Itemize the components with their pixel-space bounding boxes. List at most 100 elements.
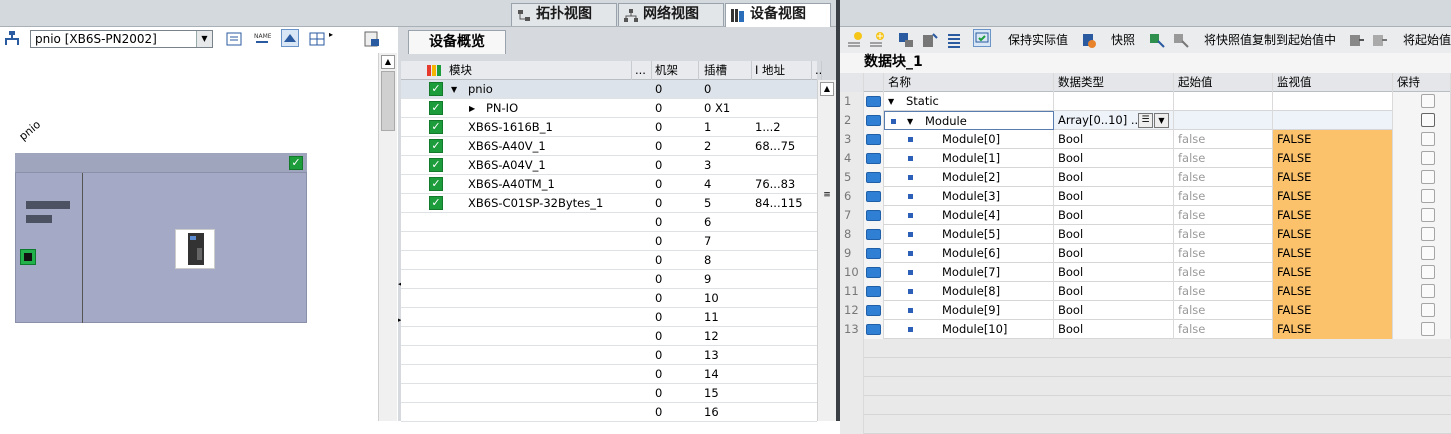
retain-checkbox[interactable] (1421, 189, 1435, 203)
col-module[interactable]: 模块 (446, 61, 632, 80)
retain-checkbox[interactable] (1421, 246, 1435, 260)
overview-row[interactable]: 06 (401, 213, 817, 232)
overview-row[interactable]: 09 (401, 270, 817, 289)
device-select[interactable]: pnio [XB6S-PN2002] ▼ (30, 30, 213, 48)
overview-row[interactable]: ✓ ▶ PN-IO 0 0 X1 (401, 99, 817, 118)
db-row[interactable]: 1 ▼ Static (840, 92, 1451, 111)
name-cell[interactable]: Module[3] (884, 187, 1054, 206)
start-value[interactable]: false (1174, 320, 1273, 339)
properties-icon[interactable] (363, 30, 381, 48)
name-cell[interactable]: ▼ Static (884, 92, 1054, 111)
overview-scrollbar[interactable]: ▲ ≡ (817, 80, 836, 421)
start-value[interactable]: false (1174, 168, 1273, 187)
retain-checkbox[interactable] (1421, 322, 1435, 336)
name-cell[interactable]: Module[4] (884, 206, 1054, 225)
name-cell[interactable]: Module[9] (884, 301, 1054, 320)
name-cell[interactable]: Module[1] (884, 149, 1054, 168)
data-type-cell[interactable]: Bool (1054, 244, 1174, 263)
overview-row[interactable]: ✓ XB6S-A40V_1 0 2 68...75 (401, 137, 817, 156)
retain-checkbox[interactable] (1421, 132, 1435, 146)
grid-icon[interactable] (308, 30, 326, 48)
snapshot-icon[interactable] (1080, 31, 1098, 49)
data-type-cell[interactable]: Bool (1054, 282, 1174, 301)
data-type-cell[interactable]: Bool (1054, 149, 1174, 168)
data-type-cell[interactable]: Bool (1054, 206, 1174, 225)
db-row[interactable]: 5 Module[2] Bool false FALSE (840, 168, 1451, 187)
col-slot[interactable]: 插槽 (701, 61, 752, 80)
overview-row[interactable]: ✓ XB6S-1616B_1 0 1 1...2 (401, 118, 817, 137)
name-cell[interactable]: Module[5] (884, 225, 1054, 244)
scroll-up-icon[interactable]: ▲ (820, 82, 834, 96)
db-row[interactable]: 10 Module[7] Bool false FALSE (840, 263, 1451, 282)
snapshot-button[interactable]: 快照 (1111, 31, 1135, 49)
name-cell[interactable]: Module[6] (884, 244, 1054, 263)
port-icon[interactable] (20, 249, 36, 265)
db-row[interactable]: 2 ▼ Module Array[0..10] ... ☰ ▼ (840, 111, 1451, 130)
name-cell[interactable]: Module[10] (884, 320, 1054, 339)
start-value[interactable]: false (1174, 244, 1273, 263)
start-value[interactable]: false (1174, 225, 1273, 244)
data-type-cell[interactable]: Bool (1054, 301, 1174, 320)
monitor-all-toggle[interactable] (973, 29, 991, 47)
col-data-type[interactable]: 数据类型 (1054, 73, 1174, 92)
more-arrow-icon[interactable]: ▸ (329, 30, 347, 48)
chevron-down-icon[interactable]: ▼ (1154, 113, 1169, 128)
data-type-cell[interactable]: Bool (1054, 130, 1174, 149)
expand-all-icon[interactable] (897, 31, 915, 49)
start-value[interactable]: false (1174, 187, 1273, 206)
overview-row[interactable]: 07 (401, 232, 817, 251)
tab-network-view[interactable]: 网络视图 (618, 3, 724, 26)
name-cell[interactable]: ▼ Module (884, 111, 1054, 130)
data-type-cell[interactable]: Bool (1054, 187, 1174, 206)
db-row[interactable]: 7 Module[4] Bool false FALSE (840, 206, 1451, 225)
overview-row[interactable]: 0 10 (401, 289, 817, 308)
col-rack[interactable]: 机架 (652, 61, 699, 80)
list-picker-icon[interactable]: ☰ (1138, 113, 1153, 128)
expand-arrow-icon[interactable]: ▶ (469, 99, 475, 118)
canvas-scrollbar[interactable]: ▲ (378, 53, 397, 421)
collapse-arrow-icon[interactable]: ▼ (451, 80, 457, 99)
name-cell[interactable]: Module[0] (884, 130, 1054, 149)
overview-row[interactable]: ✓ XB6S-A40TM_1 0 4 76...83 (401, 175, 817, 194)
col-retain[interactable]: 保持 (1393, 73, 1451, 92)
db-row[interactable]: 3 Module[0] Bool false FALSE (840, 130, 1451, 149)
overview-row[interactable]: 0 16 (401, 403, 817, 422)
col-more[interactable]: ... (812, 61, 822, 80)
col-dots[interactable]: ... (632, 61, 652, 80)
overview-row[interactable]: 0 12 (401, 327, 817, 346)
data-type-cell[interactable]: Array[0..10] ... ☰ ▼ (1054, 111, 1174, 130)
retain-checkbox[interactable] (1421, 303, 1435, 317)
db-row[interactable]: 11 Module[8] Bool false FALSE (840, 282, 1451, 301)
retain-checkbox[interactable] (1421, 113, 1435, 127)
chevron-down-icon[interactable]: ▼ (196, 31, 212, 47)
collapse-arrow-icon[interactable]: ▼ (907, 112, 913, 129)
overview-row[interactable]: ✓ XB6S-A04V_1 0 3 (401, 156, 817, 175)
copy-snapshot-icon[interactable] (1148, 31, 1166, 49)
data-type-cell[interactable]: Bool (1054, 168, 1174, 187)
db-row[interactable]: 13 Module[10] Bool false FALSE (840, 320, 1451, 339)
overview-row[interactable]: 0 14 (401, 365, 817, 384)
insert-row-icon[interactable] (846, 31, 864, 49)
tab-device-overview[interactable]: 设备概览 (408, 30, 506, 54)
start-value[interactable]: false (1174, 282, 1273, 301)
retain-checkbox[interactable] (1421, 227, 1435, 241)
start-value[interactable]: false (1174, 301, 1273, 320)
retain-checkbox[interactable] (1421, 170, 1435, 184)
col-i-address[interactable]: I 地址 (752, 61, 812, 80)
data-type-cell[interactable]: Bool (1054, 225, 1174, 244)
col-name[interactable]: 名称 (884, 73, 1054, 92)
start-value[interactable]: false (1174, 149, 1273, 168)
add-row-icon[interactable] (868, 31, 886, 49)
retain-checkbox[interactable] (1421, 94, 1435, 108)
copy-snapshot-to-start-button[interactable]: 将快照值复制到起始值中 (1204, 31, 1336, 49)
col-start-value[interactable]: 起始值 (1174, 73, 1273, 92)
overview-row[interactable]: ✓ XB6S-C01SP-32Bytes_1 0 5 84...115 (401, 194, 817, 213)
db-row[interactable]: 12 Module[9] Bool false FALSE (840, 301, 1451, 320)
name-cell[interactable]: Module[2] (884, 168, 1054, 187)
scroll-up-icon[interactable]: ▲ (381, 55, 395, 69)
network-tree-icon[interactable] (3, 30, 21, 48)
retain-checkbox[interactable] (1421, 151, 1435, 165)
collapse-all-icon[interactable] (921, 31, 939, 49)
retain-checkbox[interactable] (1421, 208, 1435, 222)
overview-row[interactable]: 0 11 (401, 308, 817, 327)
